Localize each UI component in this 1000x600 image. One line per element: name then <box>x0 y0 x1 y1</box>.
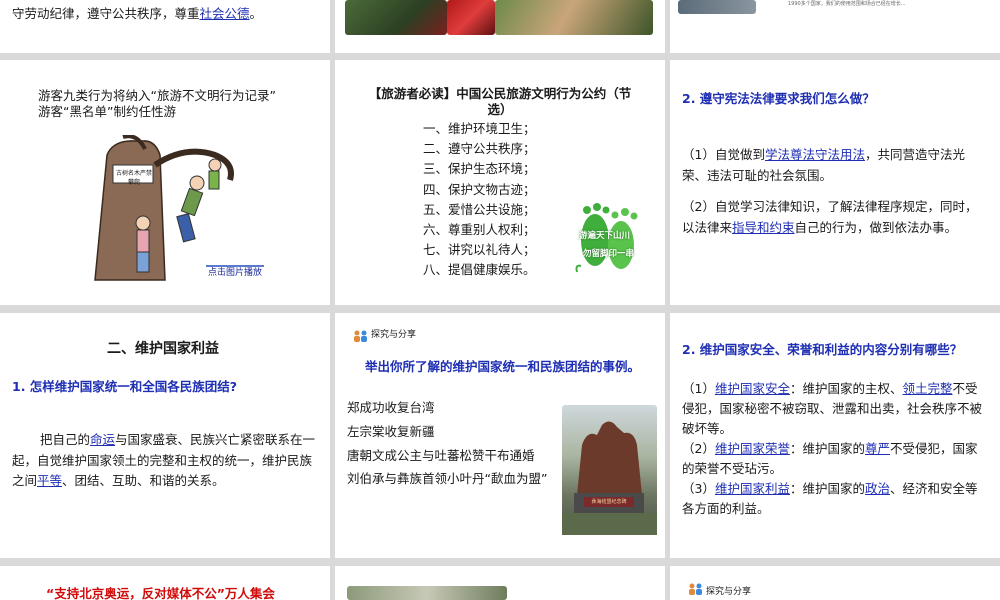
slide-heading: 举出你所了解的维护国家统一和民族团结的事例。 <box>365 359 641 374</box>
convention-list: 一、维护环境卫生； 二、遵守公共秩序； 三、保护生态环境； 四、保护文物古迹； … <box>423 119 536 281</box>
item-interest: （3）维护国家利益：维护国家的政治、经济和安全等各方面的利益。 <box>682 481 978 516</box>
link-national-interest[interactable]: 维护国家利益 <box>715 481 790 496</box>
question-heading: 1. 怎样维护国家统一和全国各民族团结? <box>12 379 238 394</box>
section-title: 二、维护国家利益 <box>107 341 219 357</box>
photo-crowd <box>347 586 507 600</box>
footprint-caption-2: 勿留脚印一串 <box>583 249 635 259</box>
badge-explore-share: 探究与分享 <box>706 587 752 597</box>
photo-monument: 彝海结盟纪念碑 <box>562 405 657 535</box>
slide-thumb-row1-right[interactable]: 1990多个国家，我们的使用范围和场合已经在增长... <box>670 0 1000 53</box>
link-equality[interactable]: 平等 <box>37 473 62 488</box>
slide-obey-law[interactable]: 2. 遵守宪法法律要求我们怎么做？ （1）自觉做到学法尊法守法用法，共同营造守法… <box>670 60 1000 305</box>
slide-title: “支持北京奥运，反对媒体不公”万人集会 <box>46 586 275 600</box>
list-item: 八、提倡健康娱乐。 <box>423 262 536 278</box>
link-learn-law[interactable]: 学法尊法守法用法 <box>765 147 865 162</box>
photo-red-flowers <box>447 0 495 35</box>
slide-thumb-row4-left[interactable]: “支持北京奥运，反对媒体不公”万人集会 <box>0 566 330 600</box>
slide-title: 【旅游者必读】中国公民旅游文明行为公约（节选） <box>368 86 632 117</box>
photo-news <box>678 0 756 14</box>
slide-tourism-convention[interactable]: 【旅游者必读】中国公民旅游文明行为公约（节选） 一、维护环境卫生； 二、遵守公共… <box>335 60 665 305</box>
slide-security-honor-interest[interactable]: 2. 维护国家安全、荣誉和利益的内容分别有哪些？ （1）维护国家安全：维护国家的… <box>670 313 1000 558</box>
slide-thumb-row1-middle[interactable] <box>335 0 665 53</box>
example-item: 郑成功收复台湾 <box>347 400 435 415</box>
photo-flowers <box>345 0 447 35</box>
link-guide-constrain[interactable]: 指导和约束 <box>732 220 795 235</box>
link-national-honor[interactable]: 维护国家荣誉 <box>715 441 790 456</box>
slide-national-interest[interactable]: 二、维护国家利益 1. 怎样维护国家统一和全国各民族团结? 把自己的命运与国家盛… <box>0 313 330 558</box>
badge-explore-share: 探究与分享 <box>371 330 417 340</box>
sign-label: 古树名木严禁攀爬 <box>115 170 152 186</box>
slide-unity-examples[interactable]: 探究与分享 举出你所了解的维护国家统一和民族团结的事例。 郑成功收复台湾 左宗棠… <box>335 313 665 558</box>
example-item: 唐朝文成公主与吐蕃松赞干布通婚 <box>347 448 535 463</box>
list-item: 三、保护生态环境； <box>423 161 536 177</box>
link-territorial-integrity[interactable]: 领土完整 <box>902 381 952 396</box>
link-social-morality[interactable]: 社会公德 <box>200 6 250 21</box>
list-item: 一、维护环境卫生； <box>423 121 536 136</box>
list-item: 七、讲究以礼待人； <box>423 242 536 258</box>
list-item: 二、遵守公共秩序； <box>423 141 536 157</box>
example-item: 左宗棠收复新疆 <box>347 424 435 439</box>
slide-title: 游客九类行为将纳入“旅游不文明行为记录” 游客“黑名单”制约任性游 <box>38 88 276 119</box>
example-item: 刘伯承与彝族首领小叶丹“歃血为盟” <box>347 471 548 486</box>
link-national-security[interactable]: 维护国家安全 <box>715 381 790 396</box>
footprint-caption-1: 游遍天下山川 <box>579 231 631 241</box>
item-honor: （2）维护国家荣誉：维护国家的尊严不受侵犯，国家的荣誉不受玷污。 <box>682 441 978 476</box>
list-item: 五、爱惜公共设施； <box>423 201 536 217</box>
news-caption: 1990多个国家，我们的使用范围和场合已经在增长... <box>788 1 906 7</box>
photo-hand-picking <box>495 0 653 35</box>
play-button[interactable]: 点击图片播放 <box>206 265 265 279</box>
link-politics[interactable]: 政治 <box>865 481 890 496</box>
slide-thumb-row4-middle[interactable] <box>335 566 665 600</box>
list-item: 六、尊重别人权利； <box>423 222 536 238</box>
paragraph-2: （2）自觉学习法律知识，了解法律程序规定，同时，以法律来指导和约束自己的行为，做… <box>682 199 978 235</box>
people-share-icon <box>689 583 702 595</box>
slide-heading: 2. 维护国家安全、荣誉和利益的内容分别有哪些？ <box>682 342 963 357</box>
people-share-icon <box>354 330 367 342</box>
slide-thumb-row4-right[interactable]: 探究与分享 <box>670 566 1000 600</box>
slide-thumb-row1-left[interactable]: 守劳动纪律，遵守公共秩序，尊重社会公德。 <box>0 0 330 53</box>
cartoon-illustration <box>94 135 234 281</box>
answer-paragraph: 把自己的命运与国家盛衰、民族兴亡紧密联系在一起，自觉维护国家领土的完整和主权的统… <box>12 432 316 488</box>
link-dignity[interactable]: 尊严 <box>865 441 890 456</box>
slide-tourist-blacklist[interactable]: 游客九类行为将纳入“旅游不文明行为记录” 游客“黑名单”制约任性游 古树名木严禁… <box>0 60 330 305</box>
monument-plaque-text: 彝海结盟纪念碑 <box>591 499 627 505</box>
list-item: 四、保护文物古迹； <box>423 181 536 197</box>
item-security: （1）维护国家安全：维护国家的主权、领土完整不受侵犯，国家秘密不被窃取、泄露和出… <box>682 381 983 436</box>
paragraph-1: （1）自觉做到学法尊法守法用法，共同营造守法光荣、违法可耻的社会氛围。 <box>682 147 965 183</box>
slide-heading: 2. 遵守宪法法律要求我们怎么做？ <box>682 91 875 106</box>
link-destiny[interactable]: 命运 <box>90 432 115 447</box>
slide-text: 守劳动纪律，遵守公共秩序，尊重社会公德。 <box>12 6 263 21</box>
